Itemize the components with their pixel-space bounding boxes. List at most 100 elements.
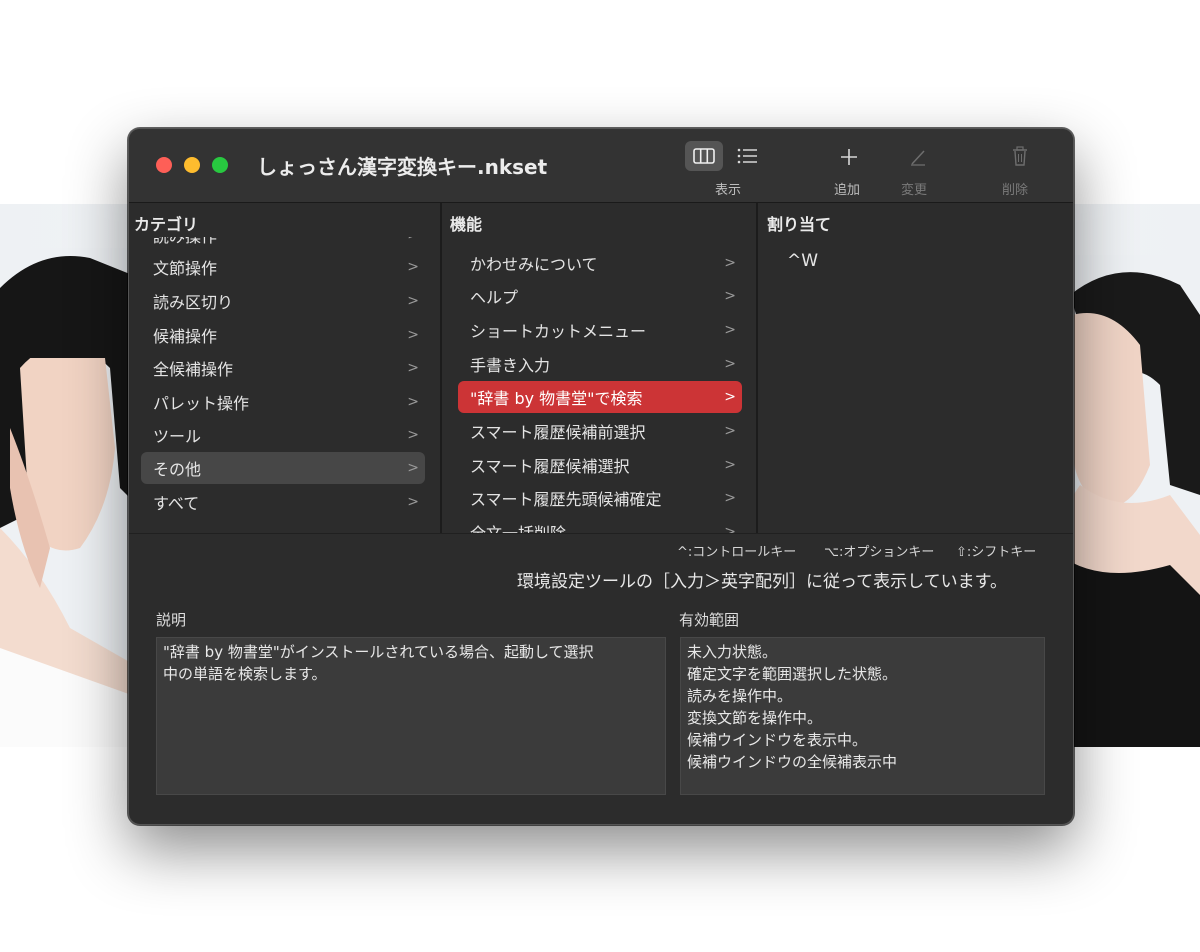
category-item-label: 読み区切り [153, 293, 234, 312]
zoom-window-button[interactable] [212, 157, 228, 173]
description-line: "辞書 by 物書堂"がインストールされている場合、起動して選択 [163, 643, 594, 661]
person-photo-left [0, 248, 140, 747]
add-label: 追加 [834, 183, 861, 198]
chevron-right-icon: > [407, 293, 419, 309]
layout-notice: 環境設定ツールの［入力＞英字配列］に従って表示しています。 [517, 572, 1007, 592]
category-item-label: すべて [153, 494, 200, 513]
title-bar: しょっさん漢字変換キー.nkset 表示 追加 変更 削除 [129, 129, 1073, 202]
scope-line: 未入力状態。 [687, 643, 778, 661]
category-item-label: 全候補操作 [153, 360, 234, 379]
scope-line: 読みを操作中。 [687, 687, 793, 705]
scope-line: 候補ウインドウを表示中。 [687, 731, 868, 749]
plus-icon [841, 149, 857, 165]
function-item-label: ショートカットメニュー [470, 322, 647, 341]
function-item[interactable]: 全文一括削除 > [458, 516, 744, 533]
function-item[interactable]: 手書き入力 > [458, 348, 744, 380]
chevron-right-icon: > [724, 255, 736, 271]
shortcut-assignment-value[interactable]: ^W [787, 251, 818, 271]
app-window: しょっさん漢字変換キー.nkset 表示 追加 変更 削除 カテゴリ 機能 割り… [128, 128, 1074, 825]
category-list: 読み操作 > 文節操作 > 読み区切り > 候補操作 > 全候補操作 > パレッ… [141, 237, 429, 533]
chevron-right-icon: > [407, 394, 419, 410]
legend-control-key: ^:コントロールキー [677, 545, 797, 560]
category-item-label: 読み操作 [153, 237, 217, 247]
chevron-right-icon: > [407, 259, 419, 275]
list-icon [737, 148, 757, 164]
chevron-right-icon: > [724, 423, 736, 439]
category-item-label: その他 [153, 460, 202, 479]
function-item-label: スマート履歴候補選択 [470, 457, 630, 476]
chevron-right-icon: > [724, 288, 736, 304]
list-view-button[interactable] [729, 141, 767, 171]
scope-line: 変換文節を操作中。 [687, 709, 823, 727]
column-view-button[interactable] [685, 141, 723, 171]
chevron-right-icon: > [407, 237, 419, 243]
view-label: 表示 [715, 183, 742, 198]
category-item[interactable]: 読み操作 > [141, 237, 429, 251]
function-item[interactable]: ヘルプ > [458, 280, 744, 312]
category-item[interactable]: 文節操作 > [141, 251, 429, 283]
edit-label: 変更 [901, 183, 928, 198]
add-button[interactable] [832, 143, 866, 171]
function-item[interactable]: かわせみについて > [458, 247, 744, 279]
function-item[interactable]: スマート履歴候補選択 > [458, 449, 744, 481]
chevron-right-icon: > [724, 457, 736, 473]
category-item-label: ツール [153, 427, 202, 446]
legend-option-key: ⌥:オプションキー [824, 545, 935, 560]
view-mode-control [685, 141, 767, 173]
titlebar-divider [129, 202, 1073, 203]
scope-label: 有効範囲 [679, 611, 740, 629]
category-item-label: パレット操作 [153, 394, 250, 413]
category-item-selected[interactable]: その他 > [141, 452, 425, 484]
scope-text-box: 未入力状態。 確定文字を範囲選択した状態。 読みを操作中。 変換文節を操作中。 … [680, 637, 1045, 795]
chevron-right-icon: > [724, 389, 736, 405]
browser-bottom-divider [129, 533, 1073, 534]
chevron-right-icon: > [724, 524, 736, 533]
function-item[interactable]: スマート履歴先頭候補確定 > [458, 482, 744, 514]
chevron-right-icon: > [724, 490, 736, 506]
minimize-window-button[interactable] [184, 157, 200, 173]
scope-line: 確定文字を範囲選択した状態。 [687, 665, 898, 683]
assign-column-header: 割り当て [767, 215, 832, 234]
function-column-header: 機能 [450, 215, 483, 234]
scope-line: 候補ウインドウの全候補表示中 [687, 753, 898, 771]
category-column-header: カテゴリ [134, 215, 199, 234]
function-item[interactable]: ショートカットメニュー > [458, 314, 744, 346]
edit-button[interactable] [901, 143, 935, 171]
chevron-right-icon: > [724, 322, 736, 338]
columns-icon [693, 148, 715, 164]
delete-label: 削除 [1002, 183, 1029, 198]
function-item[interactable]: スマート履歴候補前選択 > [458, 415, 744, 447]
function-item-label: 全文一括削除 [470, 520, 566, 533]
function-list: かわせみについて > ヘルプ > ショートカットメニュー > 手書き入力 > "… [458, 237, 744, 533]
delete-button[interactable] [1003, 143, 1037, 171]
description-line: 中の単語を検索します。 [163, 665, 327, 683]
category-item-label: 文節操作 [153, 259, 218, 278]
category-item[interactable]: すべて > [141, 486, 429, 518]
chevron-right-icon: > [407, 327, 419, 343]
close-window-button[interactable] [156, 157, 172, 173]
function-item-label: スマート履歴候補前選択 [470, 423, 646, 442]
chevron-right-icon: > [407, 494, 419, 510]
chevron-right-icon: > [407, 360, 419, 376]
description-label: 説明 [156, 611, 187, 629]
function-item-label: "辞書 by 物書堂"で検索 [470, 389, 643, 408]
function-item-label: 手書き入力 [470, 356, 551, 375]
category-item[interactable]: 全候補操作 > [141, 352, 429, 384]
column-divider-1 [440, 203, 442, 533]
person-photo-right [1060, 255, 1200, 747]
function-item-label: かわせみについて [470, 255, 598, 274]
legend-shift-key: ⇧:シフトキー [956, 545, 1037, 560]
function-item-label: スマート履歴先頭候補確定 [470, 490, 662, 509]
category-item[interactable]: 候補操作 > [141, 319, 429, 351]
trash-icon [1013, 146, 1027, 166]
category-item[interactable]: 読み区切り > [141, 285, 429, 317]
category-item[interactable]: パレット操作 > [141, 386, 429, 418]
description-text-box: "辞書 by 物書堂"がインストールされている場合、起動して選択 中の単語を検索… [156, 637, 666, 795]
function-item-selected[interactable]: "辞書 by 物書堂"で検索 > [458, 381, 742, 413]
category-item[interactable]: ツール > [141, 419, 429, 451]
column-divider-2 [756, 203, 758, 533]
window-title: しょっさん漢字変換キー.nkset [257, 155, 548, 179]
function-item-label: ヘルプ [470, 288, 519, 307]
pencil-icon [911, 150, 925, 166]
chevron-right-icon: > [407, 460, 419, 476]
